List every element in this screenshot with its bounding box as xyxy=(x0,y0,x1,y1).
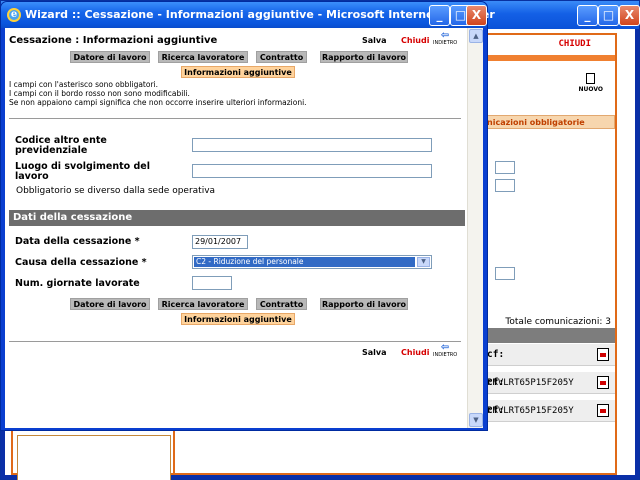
bg-close-button[interactable]: X xyxy=(619,5,640,26)
background-left-box xyxy=(17,435,171,480)
giornate-label: Num. giornate lavorate xyxy=(15,278,140,289)
divider xyxy=(9,118,461,119)
indietro-label: INDIETRO xyxy=(433,352,458,358)
luogo-label: Luogo di svolgimento del lavoro xyxy=(15,162,150,182)
wizard-dialog: e Wizard :: Cessazione - Informazioni ag… xyxy=(0,1,495,431)
info-note: Se non appaiono campi significa che non … xyxy=(9,98,307,107)
tab-ricerca-lavoratore[interactable]: Ricerca lavoratore xyxy=(158,51,248,63)
luogo-input[interactable] xyxy=(192,164,432,178)
bg-input[interactable] xyxy=(495,179,515,192)
divider xyxy=(9,341,461,342)
chevron-down-icon[interactable]: ▼ xyxy=(417,257,430,267)
obbligatorio-note: Obbligatorio se diverso dalla sede opera… xyxy=(16,186,216,196)
data-cessazione-label: Data della cessazione * xyxy=(15,236,140,247)
tab-datore-di-lavoro-bottom[interactable]: Datore di lavoro xyxy=(70,298,150,310)
back-arrow-icon: ⇦ xyxy=(440,342,450,353)
bg-input[interactable] xyxy=(495,267,515,280)
dialog-client: Cessazione : Informazioni aggiuntive Sal… xyxy=(5,28,483,428)
scroll-down-icon[interactable]: ▼ xyxy=(469,413,483,427)
tab-contratto-bottom[interactable]: Contratto xyxy=(256,298,307,310)
data-cessazione-input[interactable]: 29/01/2007 xyxy=(192,235,248,249)
row-label: cf: xyxy=(487,377,505,388)
vertical-scrollbar[interactable]: ▲ ▼ xyxy=(467,28,483,428)
indietro-button[interactable]: ⇦ INDIETRO xyxy=(433,30,458,47)
scroll-up-icon[interactable]: ▲ xyxy=(469,29,483,43)
section-dati-cessazione: Dati della cessazione xyxy=(9,210,465,226)
causa-cessazione-value: C2 - Riduzione del personale xyxy=(194,257,415,267)
tab-rapporto-di-lavoro[interactable]: Rapporto di lavoro xyxy=(320,51,408,63)
bg-minimize-button[interactable]: _ xyxy=(577,5,598,26)
pdf-icon[interactable] xyxy=(597,404,609,417)
tab-datore-di-lavoro[interactable]: Datore di lavoro xyxy=(70,51,150,63)
row-label: cf: xyxy=(487,405,505,416)
codice-ente-input[interactable] xyxy=(192,138,432,152)
bg-chiudi-link[interactable]: CHIUDI xyxy=(558,39,591,49)
chiudi-button-bottom[interactable]: Chiudi xyxy=(401,348,429,357)
codice-ente-label: Codice altro ente previdenziale xyxy=(15,136,107,156)
chiudi-button[interactable]: Chiudi xyxy=(401,36,429,45)
causa-cessazione-label: Causa della cessazione * xyxy=(15,257,147,268)
close-button[interactable]: X xyxy=(466,5,487,26)
dialog-title: Wizard :: Cessazione - Informazioni aggi… xyxy=(25,8,495,21)
row-label: cf: xyxy=(487,349,505,360)
dialog-titlebar[interactable]: e Wizard :: Cessazione - Informazioni ag… xyxy=(1,2,495,28)
ie-icon: e xyxy=(7,8,21,22)
bg-maximize-button[interactable]: □ xyxy=(598,5,619,26)
bg-nuovo-button[interactable]: NUOVO xyxy=(579,73,603,93)
tab-rapporto-di-lavoro-bottom[interactable]: Rapporto di lavoro xyxy=(320,298,408,310)
tab-informazioni-aggiuntive[interactable]: Informazioni aggiuntive xyxy=(181,66,295,78)
indietro-label: INDIETRO xyxy=(433,40,458,46)
back-arrow-icon: ⇦ xyxy=(440,30,450,41)
bg-tab-comunicazioni[interactable]: municazioni obbligatorie xyxy=(469,115,615,129)
dialog-content: Cessazione : Informazioni aggiuntive Sal… xyxy=(5,28,466,428)
indietro-button-bottom[interactable]: ⇦ INDIETRO xyxy=(433,342,458,359)
causa-cessazione-select[interactable]: C2 - Riduzione del personale ▼ xyxy=(192,255,432,269)
luogo-label-line2: lavoro xyxy=(15,171,49,182)
pdf-icon[interactable] xyxy=(597,376,609,389)
pdf-icon[interactable] xyxy=(597,348,609,361)
minimize-button[interactable]: _ xyxy=(429,5,450,26)
bg-total-count: Totale comunicazioni: 3 xyxy=(505,317,611,327)
bg-input[interactable] xyxy=(495,161,515,174)
tab-informazioni-aggiuntive-bottom[interactable]: Informazioni aggiuntive xyxy=(181,313,295,325)
giornate-input[interactable] xyxy=(192,276,232,290)
codice-ente-label-line2: previdenziale xyxy=(15,145,88,156)
document-icon xyxy=(586,73,596,84)
info-note: I campi con l'asterisco sono obbligatori… xyxy=(9,80,159,89)
tab-ricerca-lavoratore-bottom[interactable]: Ricerca lavoratore xyxy=(158,298,248,310)
salva-button[interactable]: Salva xyxy=(362,36,387,45)
info-note: I campi con il bordo rosso non sono modi… xyxy=(9,89,190,98)
page-title: Cessazione : Informazioni aggiuntive xyxy=(9,35,218,46)
salva-button-bottom[interactable]: Salva xyxy=(362,348,387,357)
tab-contratto[interactable]: Contratto xyxy=(256,51,307,63)
bg-nuovo-label: NUOVO xyxy=(578,86,603,93)
